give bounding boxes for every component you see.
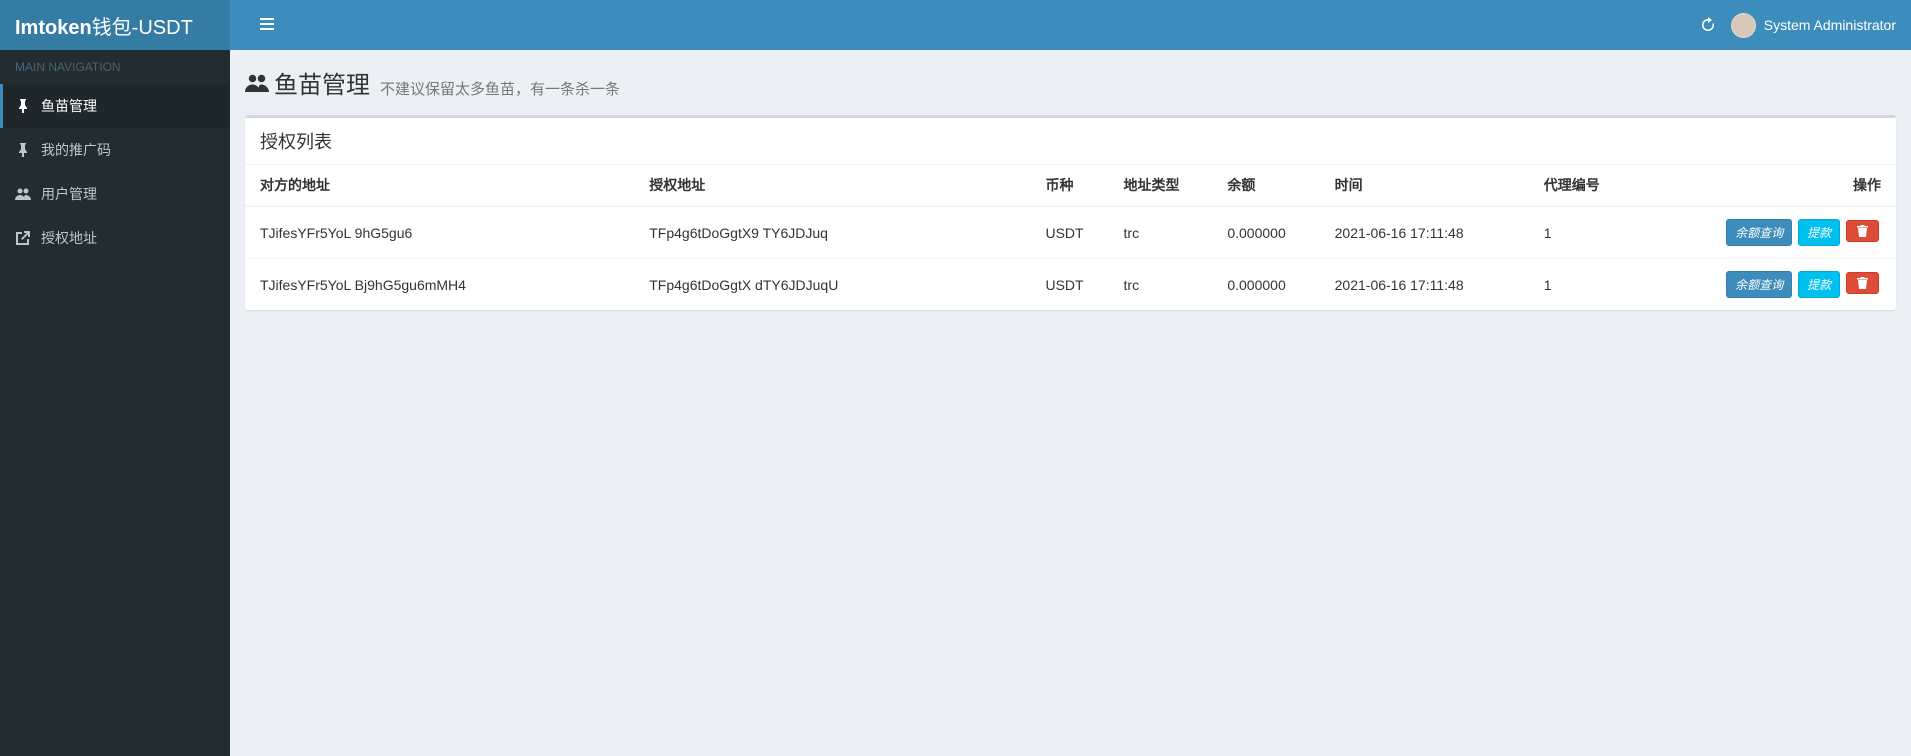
users-icon bbox=[15, 187, 31, 201]
cell-target-address: TJifesYFr5YoL 9hG5gu6 bbox=[245, 206, 641, 259]
logo-rest: 钱包-USDT bbox=[92, 17, 193, 39]
user-name: System Administrator bbox=[1764, 17, 1896, 33]
box-header: 授权列表 bbox=[245, 118, 1896, 165]
th-currency: 币种 bbox=[1037, 165, 1115, 206]
trash-icon bbox=[1857, 225, 1868, 237]
page-subtitle: 不建议保留太多鱼苗，有一条杀一条 bbox=[380, 78, 620, 99]
cell-auth-address: TFp4g6tDoGgtX dTY6JDJuqU bbox=[641, 259, 1037, 311]
navbar: System Administrator bbox=[230, 0, 1911, 50]
table-row: TJifesYFr5YoL Bj9hG5gu6mMH4 TFp4g6tDoGgt… bbox=[245, 259, 1896, 311]
cell-currency: USDT bbox=[1037, 206, 1115, 259]
cell-actions: 余额查询 提款 bbox=[1640, 206, 1896, 259]
users-icon bbox=[245, 72, 269, 94]
cell-addr-type: trc bbox=[1116, 206, 1220, 259]
sidebar-item-label: 用户管理 bbox=[41, 184, 97, 204]
sidebar-menu: 鱼苗管理 我的推广码 用户管理 bbox=[0, 84, 230, 260]
withdraw-button[interactable]: 提款 bbox=[1798, 271, 1840, 298]
trash-icon bbox=[1857, 277, 1868, 289]
logo[interactable]: Imtoken钱包-USDT bbox=[0, 0, 230, 50]
cell-balance: 0.000000 bbox=[1219, 259, 1326, 311]
bars-icon bbox=[260, 17, 274, 31]
cell-currency: USDT bbox=[1037, 259, 1115, 311]
balance-query-button[interactable]: 余额查询 bbox=[1726, 219, 1792, 246]
sidebar-item-label: 我的推广码 bbox=[41, 140, 111, 160]
sidebar-item-users[interactable]: 用户管理 bbox=[0, 172, 230, 216]
cell-time: 2021-06-16 17:11:48 bbox=[1327, 206, 1536, 259]
th-auth-address: 授权地址 bbox=[641, 165, 1037, 206]
th-actions: 操作 bbox=[1640, 165, 1896, 206]
box-title: 授权列表 bbox=[260, 128, 1881, 154]
content-header: 鱼苗管理 不建议保留太多鱼苗，有一条杀一条 bbox=[230, 50, 1911, 100]
cell-time: 2021-06-16 17:11:48 bbox=[1327, 259, 1536, 311]
main-header: Imtoken钱包-USDT System Administrator bbox=[0, 0, 1911, 50]
user-menu[interactable]: System Administrator bbox=[1731, 13, 1896, 38]
delete-button[interactable] bbox=[1846, 220, 1879, 242]
content: 授权列表 对方的地址 授权地址 币种 地址类型 余额 bbox=[230, 100, 1911, 325]
pin-icon bbox=[15, 143, 31, 157]
refresh-button[interactable] bbox=[1700, 17, 1716, 33]
sidebar-item-auth-address[interactable]: 授权地址 bbox=[0, 216, 230, 260]
refresh-icon bbox=[1700, 17, 1716, 33]
cell-actions: 余额查询 提款 bbox=[1640, 259, 1896, 311]
table-header-row: 对方的地址 授权地址 币种 地址类型 余额 时间 代理编号 操作 bbox=[245, 165, 1896, 206]
box-body: 对方的地址 授权地址 币种 地址类型 余额 时间 代理编号 操作 bbox=[245, 165, 1896, 310]
cell-addr-type: trc bbox=[1116, 259, 1220, 311]
pin-icon bbox=[15, 99, 31, 113]
logo-bold: Imtoken bbox=[15, 17, 92, 39]
cell-agent-id: 1 bbox=[1536, 206, 1640, 259]
sidebar-item-fish[interactable]: 鱼苗管理 bbox=[0, 84, 230, 128]
cell-balance: 0.000000 bbox=[1219, 206, 1326, 259]
th-addr-type: 地址类型 bbox=[1116, 165, 1220, 206]
navbar-right: System Administrator bbox=[1700, 13, 1896, 38]
th-time: 时间 bbox=[1327, 165, 1536, 206]
page-title-text: 鱼苗管理 bbox=[274, 65, 370, 100]
box: 授权列表 对方的地址 授权地址 币种 地址类型 余额 bbox=[245, 115, 1896, 310]
sidebar-item-label: 授权地址 bbox=[41, 228, 97, 248]
sidebar: MAIN NAVIGATION 鱼苗管理 我的推广码 bbox=[0, 50, 230, 756]
sidebar-item-promo[interactable]: 我的推广码 bbox=[0, 128, 230, 172]
page-title: 鱼苗管理 bbox=[245, 65, 370, 100]
withdraw-button[interactable]: 提款 bbox=[1798, 219, 1840, 246]
cell-auth-address: TFp4g6tDoGgtX9 TY6JDJuq bbox=[641, 206, 1037, 259]
th-target-address: 对方的地址 bbox=[245, 165, 641, 206]
table-row: TJifesYFr5YoL 9hG5gu6 TFp4g6tDoGgtX9 TY6… bbox=[245, 206, 1896, 259]
sidebar-header: MAIN NAVIGATION bbox=[0, 50, 230, 84]
auth-table: 对方的地址 授权地址 币种 地址类型 余额 时间 代理编号 操作 bbox=[245, 165, 1896, 310]
external-icon bbox=[15, 231, 31, 245]
balance-query-button[interactable]: 余额查询 bbox=[1726, 271, 1792, 298]
delete-button[interactable] bbox=[1846, 272, 1879, 294]
sidebar-item-label: 鱼苗管理 bbox=[41, 96, 97, 116]
cell-target-address: TJifesYFr5YoL Bj9hG5gu6mMH4 bbox=[245, 259, 641, 311]
content-wrapper: 鱼苗管理 不建议保留太多鱼苗，有一条杀一条 授权列表 对方的地址 bbox=[230, 50, 1911, 756]
cell-agent-id: 1 bbox=[1536, 259, 1640, 311]
sidebar-toggle-button[interactable] bbox=[245, 2, 289, 49]
th-balance: 余额 bbox=[1219, 165, 1326, 206]
th-agent-id: 代理编号 bbox=[1536, 165, 1640, 206]
avatar bbox=[1731, 13, 1756, 38]
